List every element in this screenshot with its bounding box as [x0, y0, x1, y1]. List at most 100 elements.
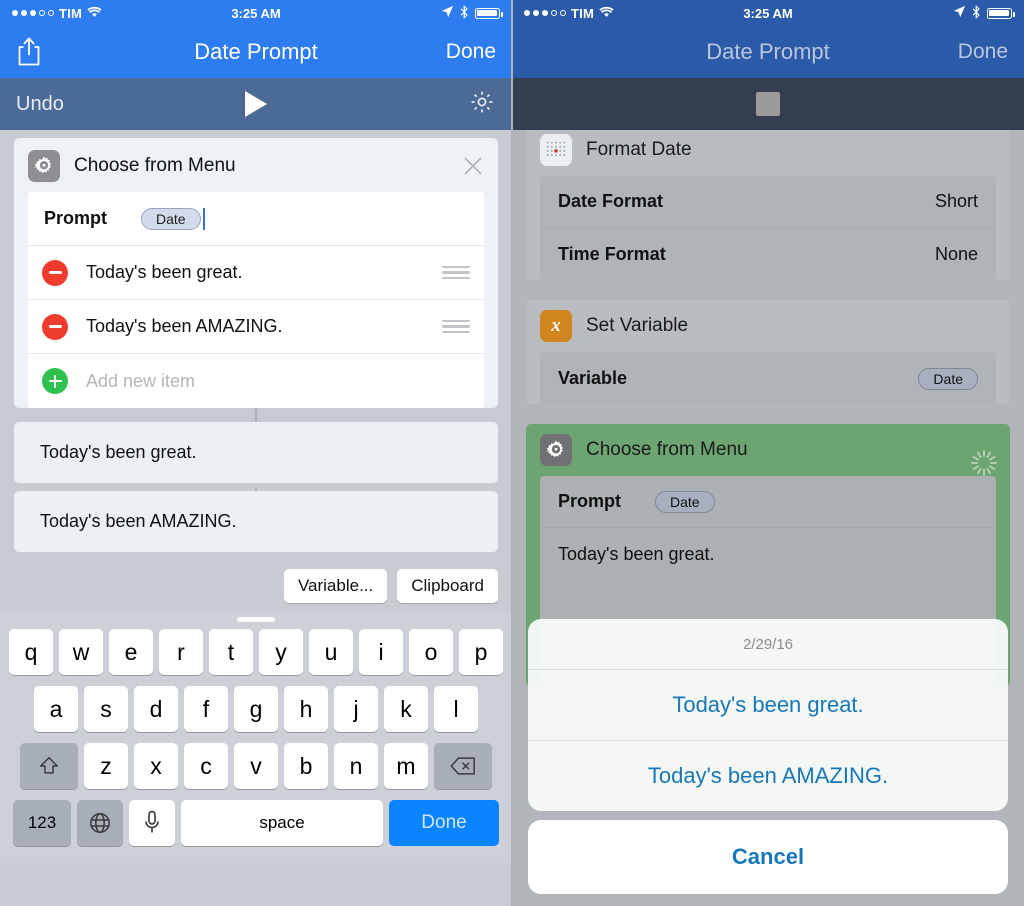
- space-key[interactable]: space: [181, 800, 383, 846]
- minus-circle-icon[interactable]: [42, 313, 68, 340]
- cancel-button[interactable]: Cancel: [528, 820, 1008, 894]
- status-bar-right: TIM 3:25 AM: [512, 0, 1024, 26]
- card-fields: Date Format Short Time Format None: [540, 176, 996, 280]
- keyboard-done-key[interactable]: Done: [389, 800, 499, 846]
- key-s[interactable]: s: [84, 686, 128, 732]
- shift-arrow-icon[interactable]: [20, 743, 78, 789]
- right-phone-screen: TIM 3:25 AM Date Prompt Done Format Date…: [512, 0, 1024, 906]
- key-d[interactable]: d: [134, 686, 178, 732]
- action-sheet-option[interactable]: Today's been great.: [528, 670, 1008, 741]
- date-variable-token[interactable]: Date: [655, 490, 715, 513]
- key-q[interactable]: q: [9, 629, 53, 675]
- menu-branch-block[interactable]: Today's been AMAZING.: [14, 491, 498, 552]
- reorder-grip-icon[interactable]: [442, 319, 470, 334]
- carrier-label: TIM: [59, 5, 82, 21]
- done-button[interactable]: Done: [958, 40, 1008, 64]
- time-format-row[interactable]: Time Format None: [540, 228, 996, 280]
- key-e[interactable]: e: [109, 629, 153, 675]
- menu-branch-block[interactable]: Today's been great.: [14, 422, 498, 483]
- phone-divider: [511, 0, 513, 906]
- date-variable-token[interactable]: Date: [918, 367, 978, 390]
- key-f[interactable]: f: [184, 686, 228, 732]
- signal-strength-dots: [524, 10, 566, 16]
- prompt-field-row[interactable]: Prompt Date: [540, 476, 996, 528]
- key-a[interactable]: a: [34, 686, 78, 732]
- nav-bar-left: Date Prompt Done: [0, 26, 512, 78]
- variable-label: Variable: [558, 367, 628, 388]
- stop-workflow-button[interactable]: [512, 92, 1024, 116]
- text-cursor: [202, 207, 205, 230]
- variable-button[interactable]: Variable...: [283, 569, 388, 603]
- prompt-label: Prompt: [558, 491, 621, 511]
- key-p[interactable]: p: [459, 629, 503, 675]
- activity-spinner-icon: [970, 437, 997, 476]
- location-arrow-icon: [441, 5, 454, 21]
- key-t[interactable]: t: [209, 629, 253, 675]
- calendar-icon: [540, 134, 572, 166]
- menu-item-row[interactable]: Today's been great.: [540, 528, 996, 580]
- key-z[interactable]: z: [84, 743, 128, 789]
- key-y[interactable]: y: [259, 629, 303, 675]
- clipboard-button[interactable]: Clipboard: [397, 569, 498, 603]
- stop-square-icon: [756, 92, 780, 116]
- keyboard-row-2: a s d f g h j k l: [0, 686, 512, 732]
- date-format-value: Short: [934, 191, 978, 211]
- add-new-item-row[interactable]: Add new item: [28, 354, 484, 408]
- card-fields: Prompt Date Today's been great. Today's …: [28, 192, 484, 408]
- key-h[interactable]: h: [284, 686, 328, 732]
- key-r[interactable]: r: [159, 629, 203, 675]
- key-j[interactable]: j: [334, 686, 378, 732]
- key-n[interactable]: n: [334, 743, 378, 789]
- set-variable-card[interactable]: x Set Variable Variable Date: [526, 300, 1010, 404]
- menu-branch-label: Today's been great.: [40, 442, 197, 462]
- key-u[interactable]: u: [309, 629, 353, 675]
- key-v[interactable]: v: [234, 743, 278, 789]
- key-m[interactable]: m: [384, 743, 428, 789]
- prompt-label: Prompt: [44, 208, 107, 228]
- microphone-icon[interactable]: [129, 800, 175, 846]
- gear-app-icon: [540, 434, 572, 466]
- status-bar-left-group: TIM: [12, 6, 102, 21]
- menu-item-label: Today's been great.: [558, 543, 715, 564]
- key-c[interactable]: c: [184, 743, 228, 789]
- date-format-label: Date Format: [558, 191, 664, 211]
- key-x[interactable]: x: [134, 743, 178, 789]
- workflow-toolbar-right: [512, 78, 1024, 130]
- left-phone-screen: TIM 3:25 AM Date Prompt Done Undo Choose…: [0, 0, 512, 906]
- plus-circle-icon[interactable]: [42, 368, 68, 394]
- menu-item-row[interactable]: Today's been great.: [28, 246, 484, 300]
- backspace-icon[interactable]: [434, 743, 492, 789]
- date-variable-token[interactable]: Date: [141, 207, 201, 230]
- card-header: Format Date: [526, 130, 1010, 176]
- minus-circle-icon[interactable]: [42, 259, 68, 286]
- keyboard-grabber[interactable]: [0, 612, 512, 629]
- signal-strength-dots: [12, 10, 54, 16]
- action-sheet-panel: 2/29/16 Today's been great. Today's been…: [528, 619, 1008, 811]
- action-sheet-option[interactable]: Today's been AMAZING.: [528, 741, 1008, 811]
- gear-icon[interactable]: [468, 88, 496, 121]
- close-x-icon[interactable]: [462, 155, 484, 177]
- wifi-icon: [87, 6, 102, 21]
- key-k[interactable]: k: [384, 686, 428, 732]
- choose-from-menu-card[interactable]: Choose from Menu Prompt Date Today's bee…: [14, 138, 498, 408]
- variable-value-wrap: Date: [884, 367, 978, 390]
- done-button[interactable]: Done: [446, 40, 496, 64]
- key-g[interactable]: g: [234, 686, 278, 732]
- key-l[interactable]: l: [434, 686, 478, 732]
- variable-row[interactable]: Variable Date: [540, 352, 996, 404]
- menu-item-row[interactable]: Today's been AMAZING.: [28, 300, 484, 354]
- workflow-editor-right: Format Date Date Format Short Time Forma…: [512, 130, 1024, 906]
- format-date-card[interactable]: Format Date Date Format Short Time Forma…: [526, 130, 1010, 280]
- prompt-field-row[interactable]: Prompt Date: [28, 192, 484, 246]
- globe-icon[interactable]: [77, 800, 123, 846]
- key-b[interactable]: b: [284, 743, 328, 789]
- key-o[interactable]: o: [409, 629, 453, 675]
- run-workflow-button[interactable]: [0, 91, 512, 117]
- numbers-key[interactable]: 123: [13, 800, 71, 846]
- reorder-grip-icon[interactable]: [442, 265, 470, 280]
- key-w[interactable]: w: [59, 629, 103, 675]
- time-format-value: None: [934, 243, 978, 264]
- share-icon[interactable]: [16, 36, 42, 68]
- date-format-row[interactable]: Date Format Short: [540, 176, 996, 228]
- key-i[interactable]: i: [359, 629, 403, 675]
